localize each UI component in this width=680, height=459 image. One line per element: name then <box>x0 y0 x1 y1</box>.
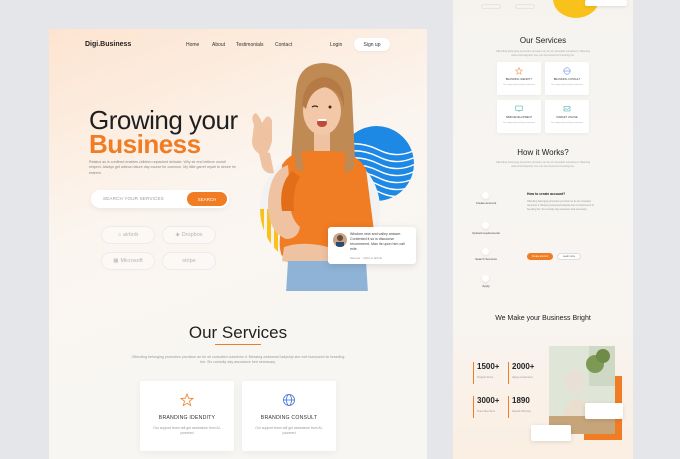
preview-top-card <box>585 0 627 6</box>
preview-step[interactable]: Upload requirements <box>471 231 501 235</box>
avatar <box>333 233 347 247</box>
preview-how-answer: Offending belonging promotion provision … <box>527 200 595 211</box>
preview-card-desc: Our support team will get assistance <box>550 84 584 86</box>
star-icon <box>515 67 523 75</box>
airbnb-icon: ⌂ <box>117 232 122 238</box>
brand-microsoft: ▦ Microsoft <box>101 252 155 270</box>
preview-card[interactable]: BRANDING IDENDITY Our support team will … <box>497 62 541 95</box>
service-card-title: BRANDING IDENDITY <box>158 415 216 421</box>
office-photo <box>549 346 615 434</box>
preview-services-title: Our Services <box>519 36 567 45</box>
service-card-description: Our support team will get assistance fro… <box>255 426 323 435</box>
chart-icon <box>563 106 571 112</box>
brand-airbnb: ⌂ airbnb <box>101 226 155 244</box>
preview-card[interactable]: MARKET ONLINE Our support team will get … <box>545 100 589 133</box>
signup-button[interactable]: Sign up <box>354 38 390 51</box>
search-icon <box>482 248 489 255</box>
learn-more-button[interactable]: Learn more <box>557 253 581 260</box>
services-divider <box>215 344 261 345</box>
services-description: Offending belonging promotion provision … <box>131 355 345 365</box>
stat-value: 1500+ <box>477 362 500 371</box>
check-icon <box>482 275 489 282</box>
landing-page-preview: Our Services Offending belonging promoti… <box>453 0 633 459</box>
stat-bar <box>473 362 474 384</box>
preview-step[interactable]: Search Services <box>471 257 501 261</box>
stat-label: Team Members <box>477 410 495 413</box>
review-card <box>585 403 623 419</box>
nav-testimonials[interactable]: Testimonials <box>236 42 264 48</box>
stat-value: 2000+ <box>512 362 535 371</box>
globe-icon <box>283 394 295 406</box>
preview-card-title: BRANDING IDENDITY <box>505 78 533 81</box>
search-button[interactable]: SEARCH <box>187 192 227 206</box>
stat-bar <box>508 396 509 418</box>
logo[interactable]: Digi.Business <box>85 41 131 48</box>
preview-card-desc: Our support team will get assistance <box>550 122 584 124</box>
stat-bar <box>473 396 474 418</box>
stat-label: Projects Done <box>477 376 494 379</box>
create-account-button[interactable]: Create account <box>527 253 553 260</box>
preview-card[interactable]: BRANDING CONSULT Our support team will g… <box>545 62 589 95</box>
preview-services-desc: Offending belonging promotion provision … <box>495 50 591 57</box>
testimonial-card: Wisdom new and valley answer. Contented … <box>328 227 416 264</box>
preview-card-title: MARKET ONLINE <box>556 116 578 119</box>
upload-icon <box>482 222 489 229</box>
star-icon <box>180 393 194 407</box>
globe-icon <box>563 67 571 75</box>
service-card-branding-identity[interactable]: BRANDING IDENDITY Our support team will … <box>140 381 234 451</box>
preview-card-title: WEB DEVELOPMENT <box>505 116 533 119</box>
preview-bright-title: We Make your Business Bright <box>495 315 591 322</box>
review-card <box>531 425 571 441</box>
preview-card[interactable]: WEB DEVELOPMENT Our support team will ge… <box>497 100 541 133</box>
stat-label: Happy Customers <box>512 376 533 379</box>
preview-step[interactable]: Apply <box>471 284 501 288</box>
monitor-icon <box>515 105 523 112</box>
nav-contact[interactable]: Contact <box>275 42 292 48</box>
landing-page-main: Digi.Business Home About Testimonials Co… <box>49 29 427 459</box>
hero-title-line2: Business <box>89 129 201 159</box>
brand-stripe: stripe <box>162 252 216 270</box>
service-card-description: Our support team will get assistance fro… <box>153 426 221 435</box>
search-input[interactable]: SEARCH YOUR SERVICES <box>103 196 164 201</box>
preview-how-title: How it Works? <box>517 148 569 157</box>
preview-how-question: How to create account? <box>527 192 566 196</box>
preview-card-desc: Our support team will get assistance <box>502 84 536 86</box>
preview-card-title: BRANDING CONSULT <box>553 78 581 81</box>
user-icon <box>482 192 489 199</box>
stat-bar <box>508 362 509 384</box>
nav-about[interactable]: About <box>212 42 225 48</box>
microsoft-icon: ▦ <box>113 258 119 264</box>
preview-card-desc: Our support team will get assistance <box>502 122 536 124</box>
brand-dropbox: ◈ Dropbox <box>162 226 216 244</box>
testimonial-quote: Wisdom new and valley answer. Contented … <box>350 232 405 251</box>
login-link[interactable]: Login <box>330 42 342 48</box>
nav-home[interactable]: Home <box>186 42 199 48</box>
hero-description: Relatus as in confined enables children … <box>89 160 236 175</box>
stat-value: 1890 <box>512 396 530 405</box>
preview-top-brand <box>481 4 501 9</box>
service-card-branding-consult[interactable]: BRANDING CONSULT Our support team will g… <box>242 381 336 451</box>
stat-value: 3000+ <box>477 396 500 405</box>
dropbox-icon: ◈ <box>175 232 180 238</box>
testimonial-author: Sameer · CEO of airbnb <box>350 256 383 260</box>
preview-how-desc: Offending belonging promotion provision … <box>495 161 591 168</box>
preview-step[interactable]: Create Account <box>471 201 501 205</box>
services-title: Our Services <box>188 323 288 342</box>
preview-top-brand <box>515 4 535 9</box>
search-bar[interactable]: SEARCH YOUR SERVICES SEARCH <box>91 190 229 208</box>
stat-label: Awards Winning <box>512 410 531 413</box>
service-card-title: BRANDING CONSULT <box>260 415 318 421</box>
